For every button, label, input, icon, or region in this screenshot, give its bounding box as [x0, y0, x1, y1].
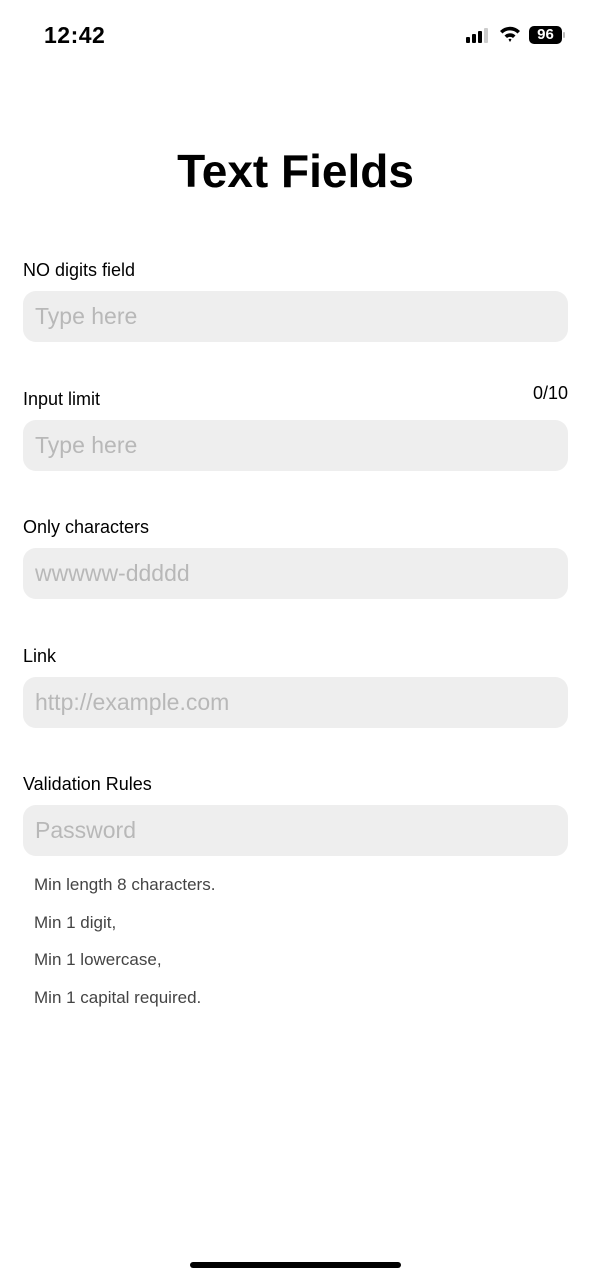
no-digits-input[interactable] [23, 291, 568, 342]
signal-icon [466, 28, 488, 43]
validation-rules-list: Min length 8 characters. Min 1 digit, Mi… [34, 873, 215, 1024]
rule-item: Min 1 capital required. [34, 988, 202, 1008]
rule-item: Min 1 lowercase, [34, 950, 162, 970]
field-label: Validation Rules [23, 774, 152, 794]
link-input[interactable] [23, 677, 568, 728]
rule-item: Min length 8 characters. [34, 875, 216, 894]
link-group: Link [23, 645, 568, 728]
status-time: 12:42 [44, 22, 106, 48]
page-title: Text Fields [177, 145, 414, 197]
only-characters-input[interactable] [23, 548, 568, 599]
field-label: Link [23, 646, 57, 666]
only-characters-group: Only characters [23, 516, 568, 599]
rule-item: Min 1 digit, [34, 912, 117, 932]
home-indicator[interactable] [190, 1262, 401, 1268]
character-counter: 0/10 [532, 383, 568, 403]
password-input[interactable] [23, 805, 568, 856]
field-label: Input limit [23, 389, 101, 409]
no-digits-group: NO digits field [23, 259, 568, 342]
wifi-icon [500, 26, 520, 42]
field-label: Only characters [23, 517, 150, 537]
battery-icon: 96 [529, 26, 562, 44]
battery-tip [563, 32, 565, 38]
field-label: NO digits field [23, 260, 136, 280]
validation-group: Validation Rules [23, 773, 568, 856]
input-limit-group: Input limit 0/10 [23, 383, 568, 471]
status-bar: 12:42 96 [0, 0, 591, 60]
input-limit-input[interactable] [23, 420, 568, 471]
